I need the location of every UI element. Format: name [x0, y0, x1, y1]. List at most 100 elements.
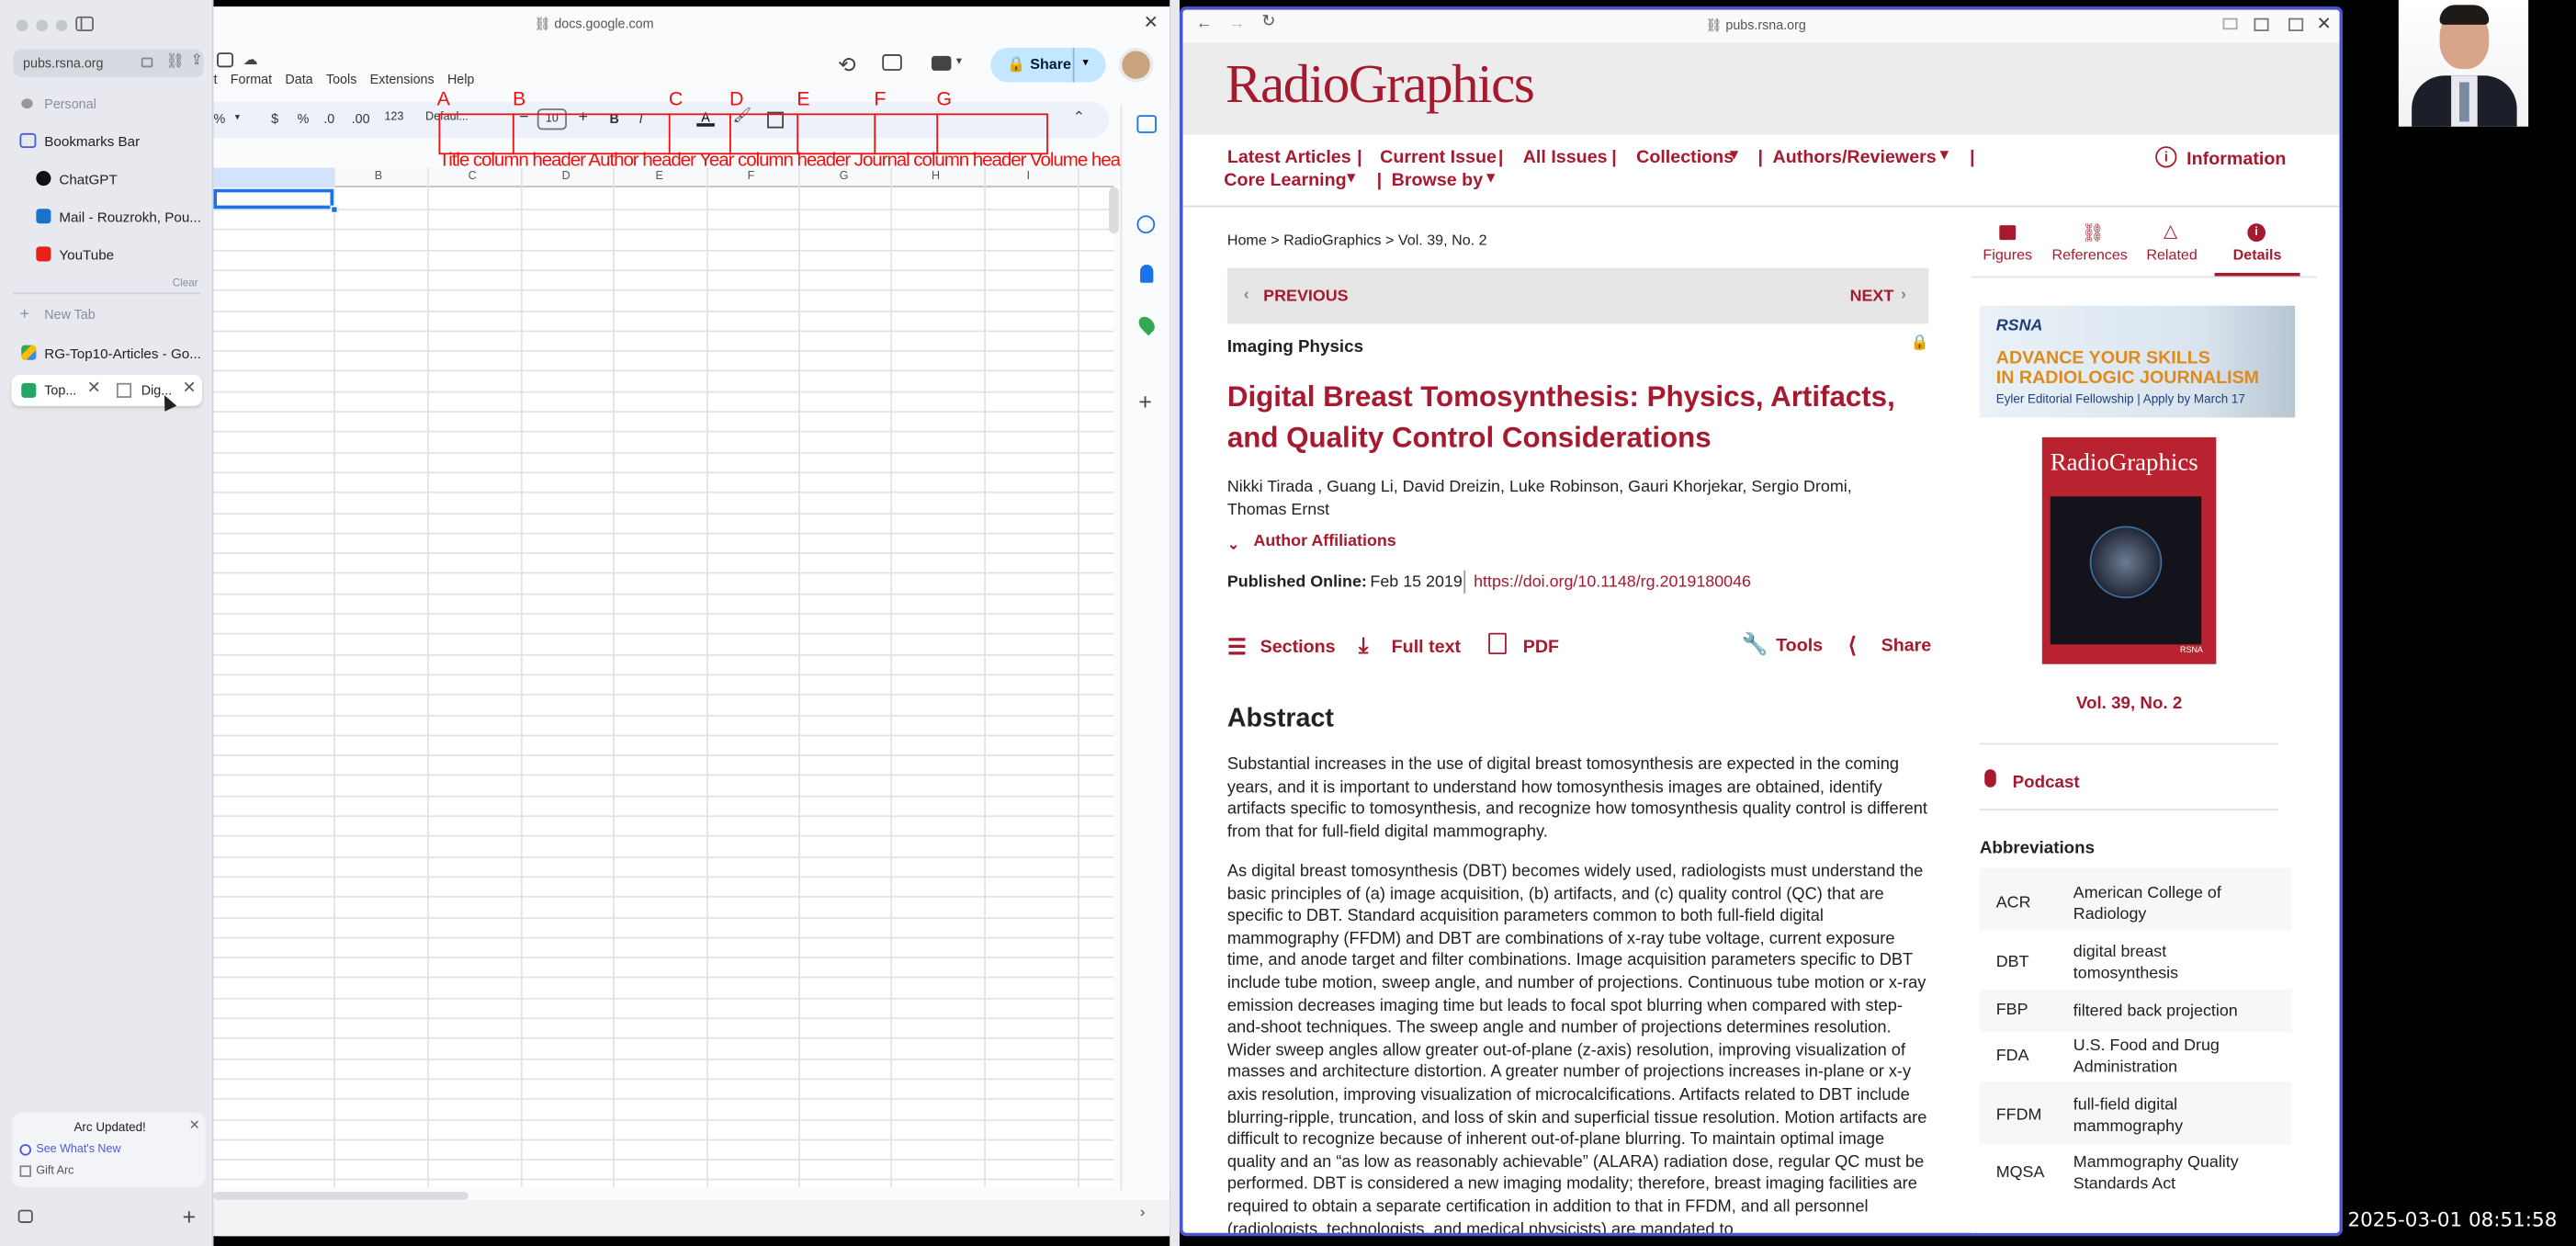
- sheet-grid[interactable]: B C D E F G H I: [213, 167, 1114, 1187]
- menu-help[interactable]: Help: [447, 73, 474, 92]
- window-minimize-dot[interactable]: [36, 19, 48, 31]
- author-affiliations-toggle[interactable]: Author Affiliations: [1253, 533, 1395, 551]
- caret-down-icon[interactable]: ▼: [1937, 146, 1951, 163]
- active-cell[interactable]: [213, 188, 334, 210]
- zoom-select[interactable]: %: [213, 112, 225, 127]
- forward-icon[interactable]: →: [1229, 15, 1246, 33]
- close-icon[interactable]: ✕: [87, 379, 101, 398]
- archive-icon[interactable]: [17, 1209, 33, 1223]
- previous-link[interactable]: PREVIOUS: [1263, 288, 1348, 306]
- chevron-up-icon[interactable]: ⌃: [1073, 108, 1085, 127]
- volume-link[interactable]: Vol. 39, No. 2: [1972, 694, 2287, 713]
- clear-button[interactable]: Clear: [173, 278, 198, 289]
- split-tab-sheets[interactable]: Top...: [44, 383, 76, 398]
- column-header[interactable]: G: [840, 171, 849, 183]
- chevron-right-icon[interactable]: ›: [1140, 1203, 1145, 1219]
- sidebar-icon[interactable]: [2254, 17, 2269, 31]
- column-header[interactable]: B: [375, 171, 382, 183]
- share-button[interactable]: Share: [1881, 636, 1932, 655]
- chevron-right-icon[interactable]: ›: [1901, 286, 1906, 304]
- decrease-decimal-button[interactable]: .0: [323, 112, 334, 127]
- split-icon[interactable]: [2288, 17, 2304, 31]
- tab-details[interactable]: Details: [2215, 246, 2300, 263]
- bookmark-chatgpt[interactable]: ChatGPT: [59, 171, 117, 187]
- url-bar[interactable]: pubs.rsna.org ⛓ ⇪: [13, 49, 204, 78]
- window-zoom-dot[interactable]: [55, 19, 68, 31]
- contacts-icon[interactable]: [1140, 265, 1154, 283]
- nav-information[interactable]: Information: [2186, 150, 2286, 169]
- bookmark-mail[interactable]: Mail - Rouzrokh, Pou...: [59, 209, 201, 225]
- info-icon[interactable]: i: [2155, 146, 2177, 168]
- nav-browse-by[interactable]: Browse by: [1392, 171, 1484, 190]
- percent-button[interactable]: %: [298, 112, 310, 127]
- close-icon[interactable]: ✕: [2316, 13, 2331, 34]
- horizontal-scrollbar[interactable]: [213, 1191, 469, 1200]
- fill-handle[interactable]: [330, 205, 339, 214]
- reader-icon[interactable]: [141, 57, 153, 68]
- tab-references[interactable]: References: [2049, 246, 2130, 263]
- tab-figures[interactable]: Figures: [1972, 246, 2044, 263]
- link-icon[interactable]: ⛓: [166, 52, 185, 71]
- share-icon[interactable]: ⇪: [190, 51, 202, 69]
- pdf-button[interactable]: PDF: [1523, 638, 1559, 657]
- close-icon[interactable]: ✕: [182, 379, 196, 398]
- menu-edit[interactable]: t: [213, 73, 217, 92]
- close-icon[interactable]: ✕: [1144, 12, 1158, 32]
- tools-button[interactable]: Tools: [1776, 636, 1823, 655]
- tab-related[interactable]: Related: [2139, 246, 2205, 263]
- nav-all-issues[interactable]: All Issues: [1523, 148, 1608, 167]
- ad-banner[interactable]: RSNA ADVANCE YOUR SKILLS IN RADIOLOGIC J…: [1979, 305, 2296, 418]
- add-space-icon[interactable]: +: [182, 1203, 196, 1229]
- nav-core-learning[interactable]: Core Learning: [1224, 171, 1346, 190]
- menu-format[interactable]: Format: [231, 73, 272, 92]
- tab-rg-top10[interactable]: RG-Top10-Articles - Go...: [44, 345, 201, 362]
- sections-button[interactable]: Sections: [1260, 638, 1336, 657]
- nav-current-issue[interactable]: Current Issue: [1380, 148, 1497, 167]
- nav-collections[interactable]: Collections: [1636, 148, 1734, 167]
- column-header[interactable]: H: [932, 171, 940, 183]
- number-format-button[interactable]: 123: [384, 112, 403, 124]
- close-icon[interactable]: ✕: [189, 1117, 200, 1132]
- maps-icon[interactable]: [1135, 313, 1158, 336]
- menu-data[interactable]: Data: [285, 73, 312, 92]
- currency-button[interactable]: $: [271, 112, 278, 127]
- column-header[interactable]: E: [656, 171, 663, 183]
- whats-new-link[interactable]: See What's New: [36, 1144, 120, 1156]
- chevron-down-icon[interactable]: ⌄: [1227, 536, 1239, 554]
- caret-down-icon[interactable]: ▼: [1726, 146, 1741, 163]
- bookmarks-bar-folder[interactable]: Bookmarks Bar: [44, 133, 140, 150]
- full-text-button[interactable]: Full text: [1392, 638, 1461, 657]
- podcast-link[interactable]: Podcast: [2013, 773, 2080, 792]
- authors-line-1[interactable]: Nikki Tirada , Guang Li, David Dreizin, …: [1227, 479, 1852, 497]
- chevron-down-icon[interactable]: ▾: [235, 112, 240, 123]
- chevron-left-icon[interactable]: ‹: [1244, 286, 1249, 304]
- increase-decimal-button[interactable]: .00: [352, 112, 370, 127]
- reload-icon[interactable]: ↻: [1261, 13, 1275, 31]
- column-header[interactable]: C: [469, 171, 477, 183]
- column-header[interactable]: D: [562, 171, 571, 183]
- split-divider[interactable]: [1169, 0, 1180, 1246]
- menu-tools[interactable]: Tools: [326, 73, 356, 92]
- back-icon[interactable]: ←: [1196, 15, 1213, 33]
- rg-logo[interactable]: RadioGraphics: [1226, 56, 1535, 117]
- chevron-down-icon[interactable]: ▾: [956, 54, 962, 68]
- window-close-dot[interactable]: [16, 19, 28, 31]
- authors-line-2[interactable]: Thomas Ernst: [1227, 502, 1329, 520]
- nav-latest-articles[interactable]: Latest Articles: [1227, 148, 1351, 167]
- chevron-down-icon[interactable]: ▾: [1082, 56, 1088, 70]
- doi-link[interactable]: https://doi.org/10.1148/rg.2019180046: [1474, 573, 1751, 592]
- breadcrumb[interactable]: Home > RadioGraphics > Vol. 39, No. 2: [1227, 232, 1487, 248]
- window-icon[interactable]: [2222, 17, 2238, 30]
- comment-icon[interactable]: [882, 54, 902, 71]
- column-header[interactable]: I: [1027, 171, 1030, 183]
- caret-down-icon[interactable]: ▼: [1484, 169, 1498, 186]
- journal-cover[interactable]: RadioGraphics RSNA: [2041, 436, 2217, 664]
- next-link[interactable]: NEXT: [1850, 288, 1894, 306]
- gift-arc-link[interactable]: Gift Arc: [36, 1165, 73, 1177]
- calendar-icon[interactable]: [1136, 115, 1157, 133]
- history-icon[interactable]: ⟲: [838, 52, 856, 79]
- bookmark-youtube[interactable]: YouTube: [59, 246, 114, 263]
- meet-icon[interactable]: [931, 55, 952, 71]
- tasks-icon[interactable]: [1136, 215, 1156, 234]
- docs-folder-icon[interactable]: [217, 52, 233, 68]
